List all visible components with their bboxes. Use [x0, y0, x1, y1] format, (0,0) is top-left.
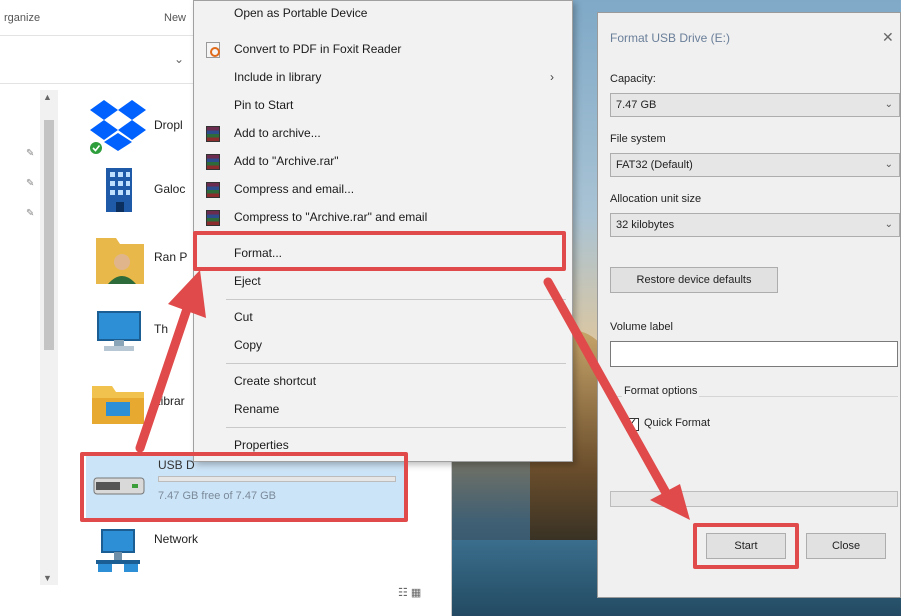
nav-item-label: Galoc [154, 182, 186, 196]
nav-item-this-pc[interactable]: Th [88, 300, 208, 360]
menu-item-label: Include in library [234, 70, 322, 84]
view-toggle[interactable]: ☷ ▦ [398, 586, 421, 599]
pin-icon: ✎ [26, 148, 35, 159]
menu-item-eject[interactable]: Eject [194, 269, 572, 295]
menu-item-label: Create shortcut [234, 374, 317, 388]
menu-item-compress-email[interactable]: Compress and email... [194, 177, 572, 203]
close-icon[interactable]: ✕ [882, 29, 894, 46]
chevron-down-icon: ⌄ [884, 159, 893, 170]
nav-scrollbar[interactable]: ▲ ▼ [40, 90, 58, 585]
nav-item-label: Ran P [154, 250, 188, 264]
menu-item-label: Eject [234, 274, 261, 288]
new-button[interactable]: New [164, 12, 186, 24]
restore-defaults-button[interactable]: Restore device defaults [610, 267, 778, 293]
chevron-down-icon[interactable]: ⌄ [174, 52, 184, 66]
dialog-title: Format USB Drive (E:) [610, 31, 731, 45]
quick-format-label: Quick Format [644, 417, 711, 429]
menu-item-add-archive-rar[interactable]: Add to "Archive.rar" [194, 149, 572, 175]
nav-item-label: Network [154, 532, 199, 546]
menu-item-add-archive[interactable]: Add to archive... [194, 121, 572, 147]
nav-item-libraries[interactable]: Librar [88, 372, 208, 432]
menu-item-label: Properties [234, 438, 289, 452]
chevron-right-icon: › [550, 70, 554, 84]
foxit-pdf-icon [206, 42, 220, 58]
scroll-down-icon[interactable]: ▼ [43, 573, 52, 583]
this-pc-icon [97, 311, 141, 351]
format-highlight-box [193, 231, 566, 271]
menu-item-label: Compress to "Archive.rar" and email [234, 210, 428, 224]
menu-item-label: Add to "Archive.rar" [234, 154, 339, 168]
menu-item-include-library[interactable]: Include in library › [194, 65, 572, 91]
menu-item-pin-start[interactable]: Pin to Start [194, 93, 572, 119]
menu-item-compress-rar-email[interactable]: Compress to "Archive.rar" and email [194, 205, 572, 231]
volume-label: Volume label [610, 321, 673, 333]
menu-item-label: Add to archive... [234, 126, 321, 140]
menu-item-rename[interactable]: Rename [194, 397, 572, 423]
menu-item-label: Compress and email... [234, 182, 355, 196]
filesystem-value: FAT32 (Default) [616, 159, 693, 171]
capacity-select[interactable]: 7.47 GB ⌄ [610, 93, 900, 117]
network-icon [96, 529, 140, 572]
pin-icon: ✎ [26, 178, 35, 189]
menu-item-label: Copy [234, 338, 263, 352]
scroll-up-icon[interactable]: ▲ [43, 92, 52, 102]
format-options-label: Format options [622, 385, 700, 397]
menu-item-label: Convert to PDF in Foxit Reader [234, 42, 402, 56]
capacity-value: 7.47 GB [616, 99, 657, 111]
menu-item-label: Open as Portable Device [234, 6, 368, 20]
nav-item-label: Librar [154, 394, 185, 408]
user-folder-icon [96, 238, 144, 284]
dropbox-icon [90, 100, 146, 154]
format-progress-bar [610, 491, 898, 507]
libraries-icon [92, 386, 144, 424]
menu-item-label: Rename [234, 402, 280, 416]
winrar-icon [206, 126, 220, 142]
menu-item-create-shortcut[interactable]: Create shortcut [194, 369, 572, 395]
nav-item-dropbox[interactable]: Dropl [88, 96, 208, 156]
format-dialog: Format USB Drive (E:) ✕ Capacity: 7.47 G… [597, 12, 901, 598]
close-button[interactable]: Close [806, 533, 886, 559]
allocation-label: Allocation unit size [610, 193, 702, 205]
menu-item-convert-pdf[interactable]: Convert to PDF in Foxit Reader [194, 37, 572, 63]
nav-item-label: Th [154, 322, 169, 336]
winrar-icon [206, 182, 220, 198]
filesystem-select[interactable]: FAT32 (Default) ⌄ [610, 153, 900, 177]
pin-icon: ✎ [26, 208, 35, 219]
quick-format-checkbox[interactable] [626, 416, 639, 431]
building-icon [106, 168, 132, 212]
menu-item-label: Cut [234, 310, 253, 324]
menu-item-cut[interactable]: Cut [194, 305, 572, 331]
menu-separator [226, 427, 566, 428]
menu-separator [226, 363, 566, 364]
winrar-icon [206, 154, 220, 170]
menu-item-label: Pin to Start [234, 98, 294, 112]
winrar-icon [206, 210, 220, 226]
filesystem-label: File system [610, 133, 666, 145]
allocation-select[interactable]: 32 kilobytes ⌄ [610, 213, 900, 237]
menu-separator [226, 299, 566, 300]
nav-item-network[interactable]: Network [88, 520, 208, 580]
volume-label-input[interactable] [610, 341, 898, 367]
capacity-label: Capacity: [610, 73, 656, 85]
chevron-down-icon: ⌄ [884, 219, 893, 230]
usb-highlight-box [80, 452, 408, 522]
nav-item-label: Dropl [154, 118, 183, 132]
nav-item-user-folder[interactable]: Ran P [88, 228, 208, 288]
allocation-value: 32 kilobytes [616, 219, 675, 231]
menu-item-copy[interactable]: Copy [194, 333, 572, 359]
scroll-thumb[interactable] [44, 120, 54, 350]
start-highlight-box [693, 523, 799, 569]
menu-item-open-portable[interactable]: Open as Portable Device [194, 1, 572, 27]
organize-button[interactable]: rganize [4, 12, 40, 24]
nav-item-building[interactable]: Galoc [88, 160, 208, 220]
chevron-down-icon: ⌄ [884, 99, 893, 110]
